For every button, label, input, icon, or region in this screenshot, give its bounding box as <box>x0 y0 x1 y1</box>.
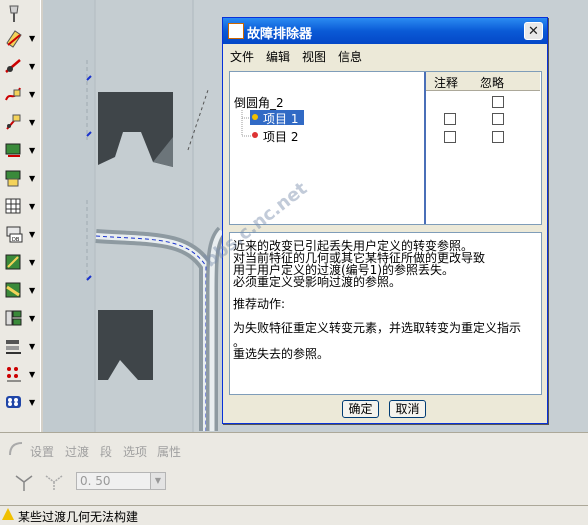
tree-root[interactable]: 倒圆角_2 <box>234 94 284 111</box>
feature-dashboard: 设置 过渡 段 选项 属性 0. 50 ▼ <box>0 432 588 505</box>
coordinate-system-icon <box>5 143 21 157</box>
sketch-icon <box>5 170 21 187</box>
action-heading: 推荐动作: <box>233 297 286 311</box>
database-icon: DB <box>6 226 23 243</box>
datum-plane-icon <box>6 30 22 48</box>
tool-pin[interactable] <box>2 2 38 26</box>
tool-datum-curve[interactable]: ▼ <box>2 82 38 106</box>
dropdown-arrow-icon[interactable]: ▼ <box>29 202 35 211</box>
status-message: 某些过渡几何无法构建 <box>18 510 139 524</box>
status-bar: 某些过渡几何无法构建 <box>0 505 588 525</box>
tool-extrude[interactable]: ▼ <box>2 250 38 274</box>
tool-round[interactable]: ▼ <box>2 362 38 386</box>
tree-item-label: 项目 2 <box>263 130 299 144</box>
tool-blend[interactable]: ▼ <box>2 334 38 358</box>
tab-properties[interactable]: 属性 <box>157 443 181 460</box>
chevron-down-icon[interactable]: ▼ <box>150 473 165 489</box>
column-header: 注释 忽略 <box>426 72 540 91</box>
tool-coordinate-system[interactable]: ▼ <box>2 138 38 162</box>
note-checkbox-item-1[interactable] <box>444 113 456 125</box>
message-panel[interactable]: 近来的改变已引起丢失用户定义的转变参照。 对当前特征的几何或其它某特征所做的更改… <box>229 232 542 395</box>
tool-datum-point[interactable]: ▼ <box>2 110 38 134</box>
feature-toolbar: ▼ ▼ ▼ ▼ ▼ ▼ ▼ DB ▼ ▼ ▼ ▼ ▼ ▼ ▼ <box>0 0 40 432</box>
datum-axis-icon <box>5 59 21 73</box>
tab-options[interactable]: 选项 <box>123 443 147 460</box>
pattern-icon <box>6 396 21 408</box>
ok-button[interactable]: 确定 <box>342 400 379 418</box>
dropdown-arrow-icon[interactable]: ▼ <box>29 258 35 267</box>
menu-info[interactable]: 信息 <box>338 48 362 65</box>
tool-pattern[interactable]: ▼ <box>2 390 38 414</box>
tab-transitions[interactable]: 过渡 <box>65 443 89 460</box>
dropdown-arrow-icon[interactable]: ▼ <box>29 62 35 71</box>
datum-curve-icon <box>5 87 21 101</box>
tool-database[interactable]: DB ▼ <box>2 222 38 246</box>
note-checkbox-item-2[interactable] <box>444 131 456 143</box>
warning-icon <box>2 508 14 520</box>
radius-value: 0. 50 <box>80 474 111 488</box>
tool-sweep[interactable]: ▼ <box>2 306 38 330</box>
round-icon <box>7 367 21 382</box>
extrude-icon <box>5 254 21 270</box>
pin-icon <box>9 5 19 22</box>
dialog-title: 故障排除器 <box>247 27 313 42</box>
dropdown-arrow-icon[interactable]: ▼ <box>29 146 35 155</box>
warning-dot-icon <box>252 114 258 120</box>
column-ignore: 忽略 <box>480 76 505 90</box>
sweep-icon <box>5 310 22 326</box>
cancel-button[interactable]: 取消 <box>389 400 426 418</box>
dropdown-arrow-icon[interactable]: ▼ <box>29 118 35 127</box>
tab-settings[interactable]: 设置 <box>30 443 54 460</box>
dropdown-arrow-icon[interactable]: ▼ <box>29 174 35 183</box>
dropdown-arrow-icon[interactable]: ▼ <box>29 342 35 351</box>
error-dot-icon <box>252 132 258 138</box>
tool-datum-plane[interactable]: ▼ <box>2 26 38 50</box>
tool-grid[interactable]: ▼ <box>2 194 38 218</box>
set-mode-icon[interactable] <box>14 472 36 492</box>
tree-item-2[interactable]: 项目 2 <box>250 128 310 144</box>
dropdown-arrow-icon[interactable]: ▼ <box>29 398 35 407</box>
transition-mode-icon[interactable] <box>44 472 66 492</box>
column-note: 注释 <box>434 76 459 90</box>
revolve-icon <box>5 282 21 298</box>
tool-revolve[interactable]: ▼ <box>2 278 38 302</box>
menu-file[interactable]: 文件 <box>230 48 254 65</box>
dropdown-arrow-icon[interactable]: ▼ <box>29 286 35 295</box>
dropdown-arrow-icon[interactable]: ▼ <box>29 90 35 99</box>
action-line: 为失败特征重定义转变元素，并选取转变为重定义指示 <box>233 321 522 335</box>
message-line: 必须重定义受影响过渡的参照。 <box>233 275 402 289</box>
dropdown-arrow-icon[interactable]: ▼ <box>29 34 35 43</box>
dropdown-arrow-icon[interactable]: ▼ <box>29 370 35 379</box>
tree-item-1[interactable]: 项目 1 <box>250 110 304 126</box>
menu-edit[interactable]: 编辑 <box>266 48 290 65</box>
tool-datum-axis[interactable]: ▼ <box>2 54 38 78</box>
app-icon <box>228 23 244 39</box>
blend-icon <box>6 340 21 354</box>
panel-splitter[interactable] <box>424 72 426 224</box>
dropdown-arrow-icon[interactable]: ▼ <box>29 314 35 323</box>
ignore-checkbox-root[interactable] <box>492 96 504 108</box>
dialog-titlebar[interactable]: 故障排除器 ✕ <box>223 18 547 44</box>
datum-point-icon <box>6 114 21 130</box>
grid-icon <box>5 198 21 214</box>
menu-view[interactable]: 视图 <box>302 48 326 65</box>
dialog-menubar: 文件 编辑 视图 信息 <box>223 45 547 65</box>
tree-item-label: 项目 1 <box>263 112 299 126</box>
ignore-checkbox-item-2[interactable] <box>492 131 504 143</box>
tab-segments[interactable]: 段 <box>100 443 112 460</box>
radius-field[interactable]: 0. 50 ▼ <box>76 472 166 490</box>
close-button[interactable]: ✕ <box>524 22 543 40</box>
ignore-checkbox-item-1[interactable] <box>492 113 504 125</box>
tool-sketch[interactable]: ▼ <box>2 166 38 190</box>
svg-text:DB: DB <box>12 237 20 243</box>
round-feature-icon <box>9 442 23 456</box>
action-line: 重选失去的参照。 <box>233 347 330 361</box>
dropdown-arrow-icon[interactable]: ▼ <box>29 230 35 239</box>
close-icon: ✕ <box>528 24 539 39</box>
